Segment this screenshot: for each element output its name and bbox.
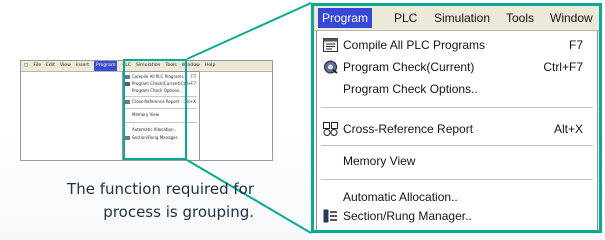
menu-item-compile-all[interactable]: Compile All PLC Programs F7	[317, 35, 597, 55]
menu-separator	[321, 179, 593, 180]
menu-item-shortcut: Alt+X	[553, 122, 583, 136]
caption-line-1: The function required for	[67, 180, 254, 198]
menu-plc[interactable]: PLC	[394, 6, 417, 30]
menu-item-memory-view[interactable]: Memory View	[317, 151, 597, 171]
menu-item-label: Automatic Allocation..	[343, 190, 458, 204]
menu-item-section-rung-manager[interactable]: Section/Rung Manager..	[317, 206, 597, 226]
menu-item-automatic-allocation[interactable]: Automatic Allocation..	[317, 187, 597, 207]
menu-simulation[interactable]: Simulation	[434, 6, 490, 30]
menu-item-program-check-current[interactable]: Program Check(Current) Ctrl+F7	[317, 57, 597, 77]
program-menu-dropdown: Compile All PLC Programs F7 Program Chec…	[316, 31, 598, 230]
menu-window[interactable]: Window	[550, 6, 593, 30]
menu-item-label: Compile All PLC Programs	[343, 38, 486, 52]
focus-highlight-box	[123, 59, 187, 160]
menu-separator	[321, 145, 593, 146]
compile-icon	[323, 38, 338, 52]
menubar: Program PLC Simulation Tools Window	[314, 6, 599, 31]
menu-item-shortcut: Ctrl+F7	[543, 60, 583, 74]
menu-item-label: Memory View	[343, 154, 416, 168]
menu-item-label: Program Check(Current)	[343, 60, 475, 74]
menu-item-cross-reference[interactable]: Cross-Reference Report Alt+X	[317, 119, 597, 139]
menu-item-shortcut: F7	[568, 38, 583, 52]
menu-separator	[321, 107, 593, 108]
zoomed-menu-view: Program PLC Simulation Tools Window Comp…	[311, 3, 602, 233]
menu-tools[interactable]: Tools	[506, 6, 534, 30]
menu-item-label: Cross-Reference Report	[343, 122, 474, 136]
caption-line-2: process is grouping.	[103, 203, 254, 221]
program-check-icon	[323, 60, 338, 74]
menu-program[interactable]: Program	[318, 8, 373, 28]
caption: The function required for process is gro…	[20, 178, 254, 224]
section-manager-icon	[323, 209, 338, 223]
cross-reference-icon	[323, 122, 338, 136]
menu-item-label: Section/Rung Manager..	[343, 209, 472, 223]
menu-item-program-check-options[interactable]: Program Check Options..	[317, 79, 597, 99]
menu-item-label: Program Check Options..	[343, 82, 478, 96]
